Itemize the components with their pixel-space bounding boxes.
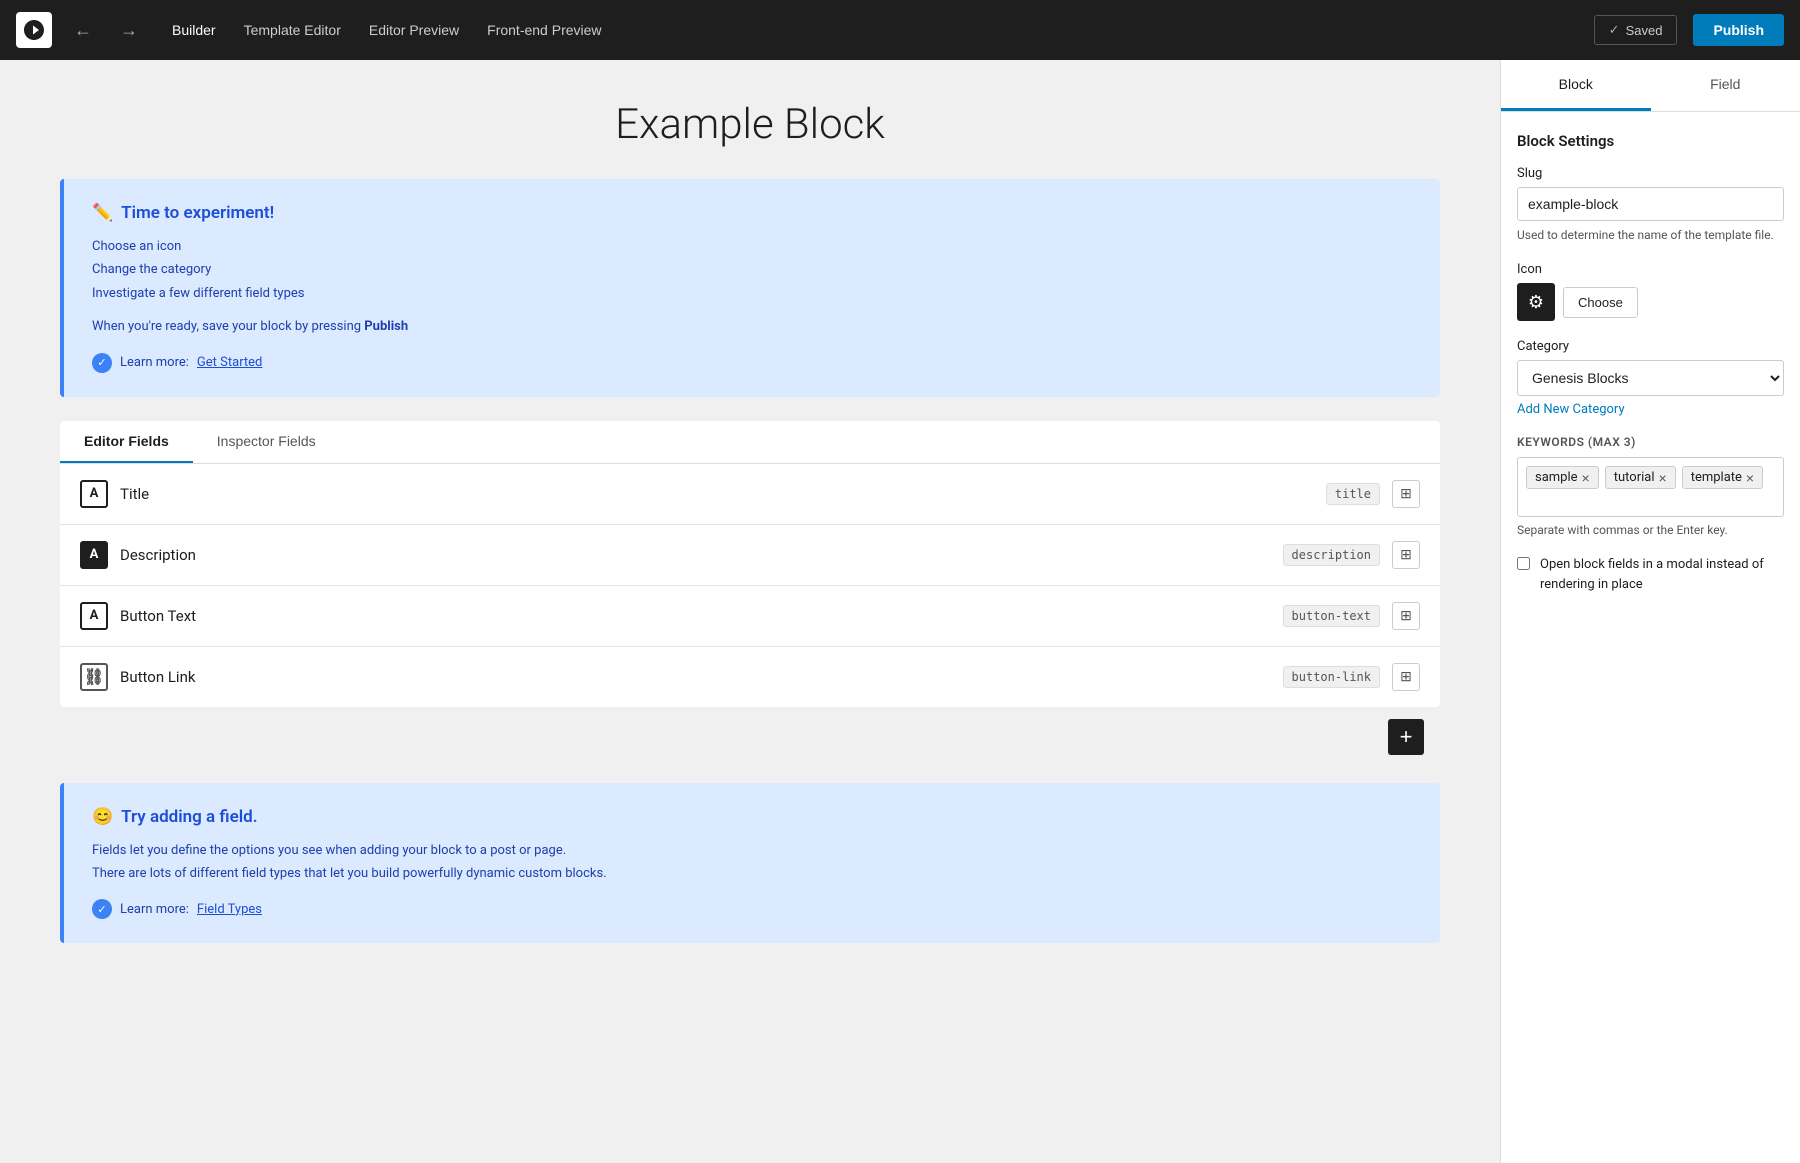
back-button[interactable]: ← (68, 16, 98, 45)
pencil-icon: ✏️ (92, 203, 113, 223)
button-link-field-icon: ⛓ (80, 663, 108, 691)
remove-keyword-template[interactable]: × (1746, 471, 1754, 485)
table-row: ⛓ Button Link button-link ⊞ (60, 647, 1440, 707)
button-link-field-action[interactable]: ⊞ (1392, 663, 1420, 691)
sidebar: Block Field Block Settings Slug Used to … (1500, 60, 1800, 1163)
keywords-container: sample × tutorial × template × (1517, 457, 1784, 517)
info-box-footer: ✓ Learn more: Get Started (92, 353, 1412, 373)
remove-keyword-sample[interactable]: × (1582, 471, 1590, 485)
try-box-title: 😊 Try adding a field. (92, 807, 1412, 827)
icon-group: Icon ⚙ Choose (1517, 262, 1784, 321)
tab-editor-fields[interactable]: Editor Fields (60, 421, 193, 463)
try-box-footer: ✓ Learn more: Field Types (92, 899, 1412, 919)
choose-icon-button[interactable]: Choose (1563, 287, 1638, 318)
intro-info-box: ✏️ Time to experiment! Choose an icon Ch… (60, 179, 1440, 397)
title-field-action[interactable]: ⊞ (1392, 480, 1420, 508)
button-text-field-icon: A (80, 602, 108, 630)
keyword-tag-sample: sample × (1526, 466, 1599, 489)
description-field-action[interactable]: ⊞ (1392, 541, 1420, 569)
table-row: A Description description ⊞ (60, 525, 1440, 586)
slug-group: Slug Used to determine the name of the t… (1517, 166, 1784, 244)
saved-label: Saved (1626, 23, 1663, 38)
publish-button[interactable]: Publish (1693, 14, 1784, 46)
add-category-link[interactable]: Add New Category (1517, 402, 1625, 417)
nav-item-frontend-preview[interactable]: Front-end Preview (475, 16, 613, 44)
description-field-icon: A (80, 541, 108, 569)
keyword-tag-template: template × (1682, 466, 1763, 489)
top-navigation: ← → Builder Template Editor Editor Previ… (0, 0, 1800, 60)
icon-selector: ⚙ Choose (1517, 283, 1784, 321)
field-name-description: Description (120, 546, 1271, 564)
modal-checkbox[interactable] (1517, 557, 1530, 570)
add-field-row: + (60, 707, 1440, 767)
layout: Example Block ✏️ Time to experiment! Cho… (0, 60, 1800, 1163)
keywords-group: KEYWORDS (MAX 3) sample × tutorial × tem… (1517, 435, 1784, 537)
checkmark-icon: ✓ (1609, 22, 1620, 38)
try-box-body: Fields let you define the options you se… (92, 839, 1412, 886)
info-box-body: Choose an icon Change the category Inves… (92, 235, 1412, 339)
check-circle-icon-2: ✓ (92, 899, 112, 919)
saved-button: ✓ Saved (1594, 15, 1678, 45)
table-row: A Title title ⊞ (60, 464, 1440, 525)
add-field-button[interactable]: + (1388, 719, 1424, 755)
slug-label: Slug (1517, 166, 1784, 181)
table-row: A Button Text button-text ⊞ (60, 586, 1440, 647)
sidebar-tabs: Block Field (1501, 60, 1800, 112)
forward-button[interactable]: → (114, 16, 144, 45)
settings-title: Block Settings (1517, 132, 1784, 150)
sidebar-tab-field[interactable]: Field (1651, 60, 1800, 111)
field-slug-title: title (1326, 483, 1380, 505)
main-content: Example Block ✏️ Time to experiment! Cho… (0, 60, 1500, 1163)
title-field-icon: A (80, 480, 108, 508)
keywords-help: Separate with commas or the Enter key. (1517, 523, 1784, 537)
field-name-button-link: Button Link (120, 668, 1271, 686)
try-add-field-box: 😊 Try adding a field. Fields let you def… (60, 783, 1440, 944)
category-group: Category Genesis Blocks Common Formattin… (1517, 339, 1784, 417)
fields-tabs: Editor Fields Inspector Fields (60, 421, 1440, 464)
field-name-button-text: Button Text (120, 607, 1271, 625)
field-types-link[interactable]: Field Types (197, 902, 262, 917)
wp-logo (16, 12, 52, 48)
field-name-title: Title (120, 485, 1314, 503)
check-circle-icon: ✓ (92, 353, 112, 373)
nav-items: Builder Template Editor Editor Preview F… (160, 16, 614, 44)
nav-item-builder[interactable]: Builder (160, 16, 228, 44)
category-label: Category (1517, 339, 1784, 354)
remove-keyword-tutorial[interactable]: × (1659, 471, 1667, 485)
smiley-icon: 😊 (92, 807, 113, 827)
sidebar-tab-block[interactable]: Block (1501, 60, 1651, 111)
modal-checkbox-row: Open block fields in a modal instead of … (1517, 555, 1784, 594)
button-text-field-action[interactable]: ⊞ (1392, 602, 1420, 630)
slug-input[interactable] (1517, 187, 1784, 221)
page-title: Example Block (60, 100, 1440, 149)
fields-container: A Title title ⊞ A Description descriptio… (60, 464, 1440, 707)
keyword-tag-tutorial: tutorial × (1605, 466, 1676, 489)
icon-label: Icon (1517, 262, 1784, 277)
info-box-title: ✏️ Time to experiment! (92, 203, 1412, 223)
slug-helper: Used to determine the name of the templa… (1517, 226, 1784, 244)
tab-inspector-fields[interactable]: Inspector Fields (193, 421, 340, 463)
nav-item-template-editor[interactable]: Template Editor (232, 16, 353, 44)
sidebar-body: Block Settings Slug Used to determine th… (1501, 112, 1800, 614)
nav-item-editor-preview[interactable]: Editor Preview (357, 16, 471, 44)
category-select[interactable]: Genesis Blocks Common Formatting Layout … (1517, 360, 1784, 396)
modal-checkbox-label: Open block fields in a modal instead of … (1540, 555, 1784, 594)
keywords-title: KEYWORDS (MAX 3) (1517, 435, 1784, 449)
field-slug-description: description (1283, 544, 1380, 566)
icon-preview: ⚙ (1517, 283, 1555, 321)
field-slug-button-text: button-text (1283, 605, 1380, 627)
field-slug-button-link: button-link (1283, 666, 1380, 688)
get-started-link[interactable]: Get Started (197, 355, 262, 370)
